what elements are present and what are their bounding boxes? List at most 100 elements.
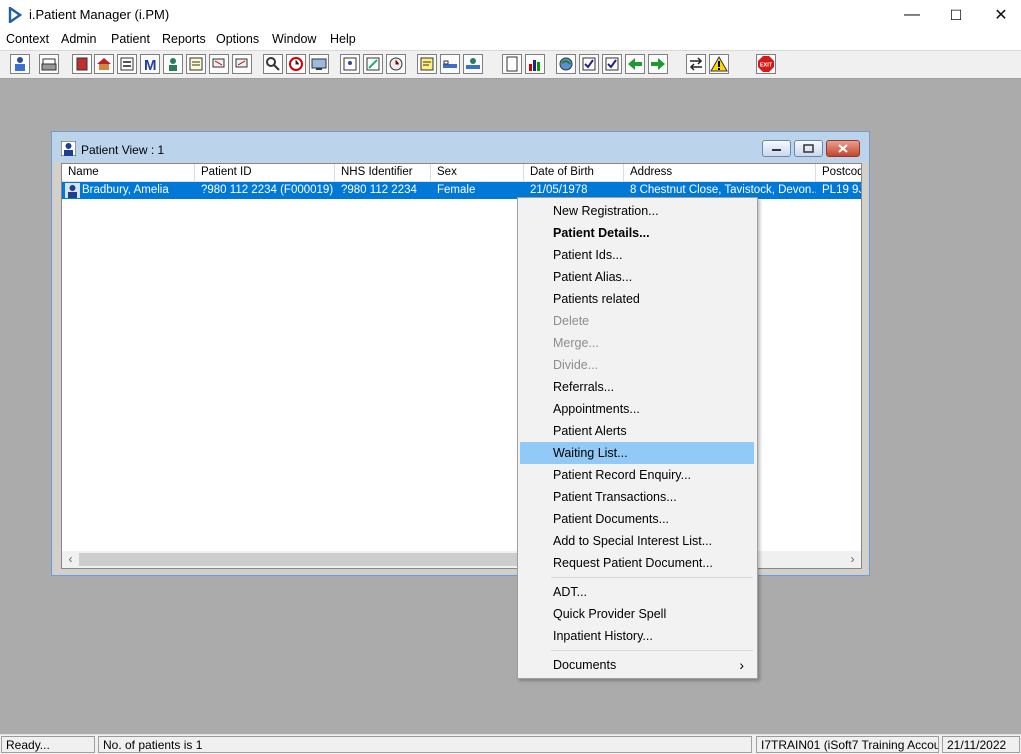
cell-sex: Female	[437, 184, 476, 196]
flag-icon[interactable]	[209, 54, 229, 74]
menu-context[interactable]: Context	[6, 32, 49, 46]
checklist-icon[interactable]	[602, 54, 622, 74]
title-bar: i.Patient Manager (i.PM) — ☐ ✕	[0, 0, 1021, 30]
column-header-nhs-identifier[interactable]: NHS Identifier	[335, 164, 431, 181]
document-edit-icon[interactable]	[363, 54, 383, 74]
transfer-icon[interactable]	[686, 54, 706, 74]
menu-item-patient-transactions[interactable]: Patient Transactions...	[520, 486, 754, 508]
menu-item-delete: Delete	[553, 314, 590, 328]
menu-item-divide: Divide...	[553, 358, 599, 372]
context-menu: New Registration... Patient Details... P…	[517, 197, 758, 679]
menu-item-add-special-interest-list[interactable]: Add to Special Interest List...	[520, 530, 754, 552]
scroll-left-icon[interactable]: ‹	[62, 551, 79, 568]
menu-patient[interactable]: Patient	[111, 32, 150, 46]
house-icon[interactable]	[94, 54, 114, 74]
menu-reports[interactable]: Reports	[162, 32, 206, 46]
menu-window[interactable]: Window	[272, 32, 316, 46]
child-close-button[interactable]	[826, 140, 860, 157]
note-icon[interactable]	[417, 54, 437, 74]
child-minimize-button[interactable]	[762, 140, 791, 157]
menu-item-quick-provider-spell[interactable]: Quick Provider Spell	[520, 603, 754, 625]
bar-chart-icon[interactable]	[525, 54, 545, 74]
notes-icon[interactable]	[186, 54, 206, 74]
status-account: I7TRAIN01 (iSoft7 Training Account)	[756, 736, 939, 753]
column-header-address[interactable]: Address	[624, 164, 816, 181]
menu-item-new-registration[interactable]: New Registration...	[520, 200, 754, 222]
menu-item-patient-documents[interactable]: Patient Documents...	[520, 508, 754, 530]
menu-options[interactable]: Options	[216, 32, 259, 46]
menu-separator	[551, 577, 753, 578]
clock-icon[interactable]	[286, 54, 306, 74]
menu-item-merge: Merge...	[553, 336, 599, 350]
column-header-date-of-birth[interactable]: Date of Birth	[524, 164, 624, 181]
exit-icon[interactable]: EXIT	[756, 54, 776, 74]
status-text: Ready...	[1, 736, 95, 753]
green-arrows-icon[interactable]	[625, 54, 645, 74]
menu-item-documents[interactable]: Documents ›	[520, 654, 754, 676]
menu-item-patient-record-enquiry[interactable]: Patient Record Enquiry...	[520, 464, 754, 486]
bed-icon[interactable]	[440, 54, 460, 74]
status-patient-count: No. of patients is 1	[98, 736, 752, 753]
menu-item-patient-details[interactable]: Patient Details...	[520, 222, 754, 244]
scroll-right-icon[interactable]: ›	[844, 551, 861, 568]
column-header-name[interactable]: Name	[62, 164, 195, 181]
menu-item-inpatient-history[interactable]: Inpatient History...	[520, 625, 754, 647]
column-header-postcode[interactable]: Postcode	[816, 164, 861, 181]
green-arrows-icon[interactable]	[648, 54, 668, 74]
checklist-icon[interactable]	[579, 54, 599, 74]
menu-item-referrals[interactable]: Referrals...	[520, 376, 754, 398]
menu-item-patient-ids[interactable]: Patient Ids...	[520, 244, 754, 266]
magnifier-icon[interactable]	[263, 54, 283, 74]
toolbar: M EXIT	[0, 51, 1021, 79]
column-header-patient-id[interactable]: Patient ID	[195, 164, 335, 181]
svg-text:M: M	[144, 57, 157, 73]
person-icon[interactable]	[163, 54, 183, 74]
page-icon[interactable]	[502, 54, 522, 74]
status-date: 21/11/2022	[942, 736, 1020, 753]
menu-item-documents-label: Documents	[553, 658, 617, 672]
column-header-sex[interactable]: Sex	[431, 164, 524, 181]
maximize-button[interactable]: ☐	[933, 0, 979, 30]
menu-item-appointments[interactable]: Appointments...	[520, 398, 754, 420]
patient-view-titlebar[interactable]: Patient View : 1	[52, 132, 869, 162]
exit-icon-label: EXIT	[760, 63, 773, 69]
child-restore-button[interactable]	[794, 140, 823, 157]
book-red-icon[interactable]	[72, 54, 92, 74]
menu-item-adt[interactable]: ADT...	[520, 581, 754, 603]
form-icon[interactable]	[117, 54, 137, 74]
menu-item-request-patient-document[interactable]: Request Patient Document...	[520, 552, 754, 574]
menu-item-patient-alias[interactable]: Patient Alias...	[520, 266, 754, 288]
scroll-thumb[interactable]	[79, 553, 525, 566]
cell-patient-id: ?980 112 2234 (F000019)	[201, 184, 334, 196]
flag-icon[interactable]	[232, 54, 252, 74]
status-bar: Ready... No. of patients is 1 I7TRAIN01 …	[0, 734, 1021, 754]
menu-bar: Context Admin Patient Reports Options Wi…	[0, 30, 1021, 51]
grid-header: Name Patient ID NHS Identifier Sex Date …	[62, 164, 861, 182]
warning-icon[interactable]	[709, 54, 729, 74]
monitor-icon[interactable]	[309, 54, 329, 74]
menu-separator	[551, 650, 753, 651]
cell-nhs-identifier: ?980 112 2234	[341, 184, 417, 196]
cell-postcode: PL19 9J	[822, 184, 861, 196]
window-title: i.Patient Manager (i.PM)	[29, 7, 170, 22]
user-search-icon[interactable]	[10, 54, 30, 74]
close-button[interactable]: ✕	[978, 0, 1021, 30]
letter-m-icon[interactable]: M	[140, 54, 160, 74]
patient-row-icon	[65, 182, 81, 199]
document-person-icon[interactable]	[340, 54, 360, 74]
menu-help[interactable]: Help	[330, 32, 356, 46]
menu-item-waiting-list[interactable]: Waiting List...	[520, 442, 754, 464]
chevron-right-icon: ›	[739, 657, 744, 673]
clock-arrow-icon[interactable]	[386, 54, 406, 74]
cell-name: Bradbury, Amelia	[82, 184, 169, 196]
printer-icon[interactable]	[39, 54, 59, 74]
app-logo-icon	[8, 5, 23, 25]
menu-admin[interactable]: Admin	[61, 32, 96, 46]
globe-icon[interactable]	[556, 54, 576, 74]
minimize-button[interactable]: —	[889, 0, 935, 30]
menu-item-patient-alerts[interactable]: Patient Alerts	[520, 420, 754, 442]
patient-view-title: Patient View : 1	[81, 143, 165, 157]
patient-view-icon	[60, 140, 77, 157]
bed-person-icon[interactable]	[463, 54, 483, 74]
menu-item-patients-related[interactable]: Patients related	[520, 288, 754, 310]
